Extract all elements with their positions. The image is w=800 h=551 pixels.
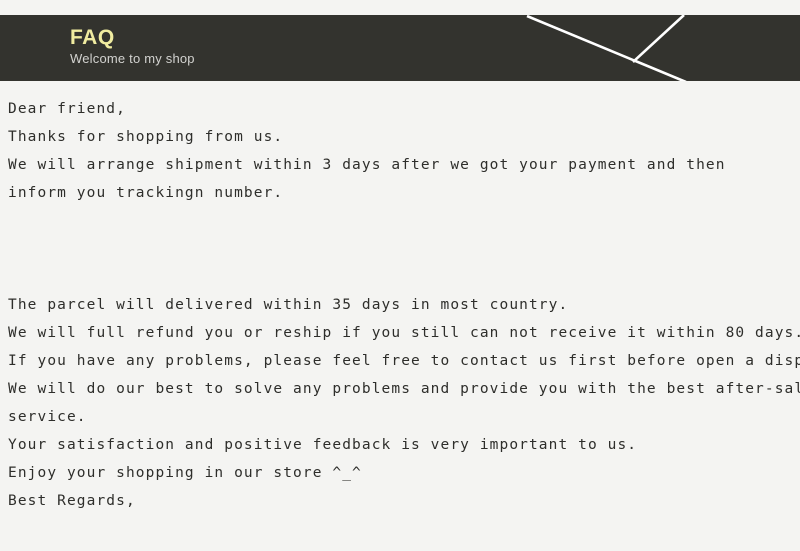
faq-header-banner: FAQ Welcome to my shop: [0, 15, 800, 81]
text-line: inform you trackingn number.: [8, 185, 284, 201]
text-line: Enjoy your shopping in our store ^_^: [8, 465, 362, 481]
banner-text-group: FAQ Welcome to my shop: [70, 26, 195, 68]
greeting-paragraph: Dear friend, Thanks for shopping from us…: [0, 95, 800, 207]
page-title: FAQ: [70, 26, 115, 49]
page-top-margin: [0, 0, 800, 15]
text-line: The parcel will delivered within 35 days…: [8, 297, 569, 313]
content-top-spacer: [0, 81, 800, 95]
text-line: We will full refund you or reship if you…: [8, 325, 800, 341]
text-line: If you have any problems, please feel fr…: [8, 353, 800, 369]
text-line: service.: [8, 409, 87, 425]
text-line: Dear friend,: [8, 101, 126, 117]
policy-paragraph: The parcel will delivered within 35 days…: [0, 291, 800, 515]
faq-content: Dear friend, Thanks for shopping from us…: [0, 81, 800, 515]
text-line: We will do our best to solve any problem…: [8, 381, 800, 397]
text-line: Your satisfaction and positive feedback …: [8, 437, 638, 453]
text-line: We will arrange shipment within 3 days a…: [8, 157, 726, 173]
text-line: Thanks for shopping from us.: [8, 129, 284, 145]
text-line: Best Regards,: [8, 493, 136, 509]
page-subtitle: Welcome to my shop: [70, 51, 195, 67]
